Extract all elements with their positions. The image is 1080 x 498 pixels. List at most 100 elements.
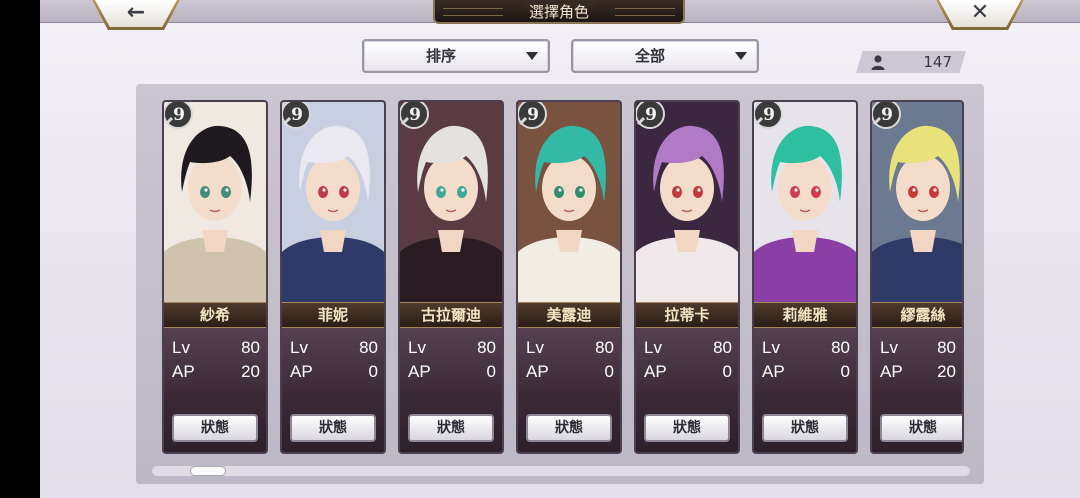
- rarity-badge-art: 9: [872, 102, 901, 129]
- character-portrait-art: [636, 102, 738, 308]
- rarity-badge-icon: 9: [518, 102, 548, 130]
- ap-stat-value: 0: [840, 362, 850, 381]
- ap-stat-value: 0: [486, 362, 496, 381]
- ap-stat-label: AP: [290, 362, 313, 381]
- character-name: 紗希: [164, 302, 266, 328]
- character-count: 147: [856, 51, 966, 73]
- level-stat-label: Lv: [172, 338, 190, 357]
- ap-stat-value: 0: [722, 362, 732, 381]
- back-button[interactable]: ←: [92, 0, 180, 30]
- level-stat-value: 80: [477, 338, 496, 357]
- svg-text:9: 9: [409, 105, 421, 125]
- rarity-badge-icon: 9: [400, 102, 430, 130]
- level-stat-label: Lv: [880, 338, 898, 357]
- character-name: 拉蒂卡: [636, 302, 738, 328]
- back-arrow-icon: ←: [126, 0, 146, 25]
- level-stat-value: 80: [359, 338, 378, 357]
- filter-dropdown[interactable]: 全部: [571, 39, 759, 73]
- character-card[interactable]: 紗希 Lv 80 AP 20 狀態 9: [162, 100, 268, 454]
- status-button[interactable]: 狀態: [408, 414, 494, 442]
- svg-text:9: 9: [645, 105, 657, 125]
- level-stat-value: 80: [241, 338, 260, 357]
- ap-stat-value: 0: [604, 362, 614, 381]
- character-portrait: [636, 102, 738, 308]
- chevron-down-icon: [526, 52, 538, 60]
- ap-stat-label: AP: [172, 362, 195, 381]
- character-portrait: [282, 102, 384, 308]
- rarity-badge-icon: 9: [636, 102, 666, 130]
- rarity-badge-art: 9: [282, 102, 311, 129]
- level-stat-label: Lv: [526, 338, 544, 357]
- level-stat-value: 80: [831, 338, 850, 357]
- page-title-text: 選擇角色: [522, 3, 595, 21]
- character-portrait: [518, 102, 620, 308]
- ap-stat-value: 20: [937, 362, 956, 381]
- character-portrait-art: [518, 102, 620, 308]
- character-portrait: [164, 102, 266, 308]
- ap-stat-label: AP: [408, 362, 431, 381]
- level-stat-label: Lv: [644, 338, 662, 357]
- rarity-badge-art: 9: [754, 102, 783, 129]
- ap-stat-label: AP: [526, 362, 549, 381]
- rarity-badge-icon: 9: [754, 102, 784, 130]
- character-name: 菲妮: [282, 302, 384, 328]
- chevron-down-icon: [735, 52, 747, 60]
- status-button[interactable]: 狀態: [880, 414, 962, 442]
- character-name: 繆露絲: [872, 302, 962, 328]
- close-button[interactable]: ✕: [936, 0, 1024, 30]
- character-card[interactable]: 繆露絲 Lv 80 AP 20 狀態 9: [870, 100, 964, 454]
- status-button[interactable]: 狀態: [526, 414, 612, 442]
- character-name: 古拉爾迪: [400, 302, 502, 328]
- person-icon: [871, 55, 885, 70]
- status-button[interactable]: 狀態: [172, 414, 258, 442]
- rarity-badge-art: 9: [164, 102, 193, 129]
- sort-dropdown-label: 排序: [425, 47, 456, 65]
- filter-dropdown-label: 全部: [634, 47, 665, 65]
- character-portrait: [754, 102, 856, 308]
- character-portrait: [872, 102, 962, 308]
- character-count-value: 147: [923, 53, 952, 71]
- character-portrait-art: [872, 102, 962, 308]
- rarity-badge-art: 9: [636, 102, 665, 129]
- svg-text:9: 9: [881, 105, 893, 125]
- svg-text:9: 9: [527, 105, 539, 125]
- ap-stat-label: AP: [762, 362, 785, 381]
- ap-stat-label: AP: [880, 362, 903, 381]
- rarity-badge-art: 9: [400, 102, 429, 129]
- title-ornament-left: [443, 8, 503, 16]
- character-portrait-art: [164, 102, 266, 308]
- ap-stat-value: 20: [241, 362, 260, 381]
- svg-text:9: 9: [291, 105, 303, 125]
- svg-text:9: 9: [763, 105, 775, 125]
- status-button[interactable]: 狀態: [644, 414, 730, 442]
- character-name: 莉維雅: [754, 302, 856, 328]
- status-button[interactable]: 狀態: [290, 414, 376, 442]
- level-stat-label: Lv: [408, 338, 426, 357]
- level-stat-label: Lv: [290, 338, 308, 357]
- level-stat-value: 80: [937, 338, 956, 357]
- character-portrait-art: [282, 102, 384, 308]
- character-card[interactable]: 莉維雅 Lv 80 AP 0 狀態 9: [752, 100, 858, 454]
- close-icon: ✕: [970, 0, 990, 25]
- level-stat-label: Lv: [762, 338, 780, 357]
- character-card[interactable]: 拉蒂卡 Lv 80 AP 0 狀態 9: [634, 100, 740, 454]
- character-name: 美露迪: [518, 302, 620, 328]
- character-portrait: [400, 102, 502, 308]
- level-stat-value: 80: [595, 338, 614, 357]
- scrollbar-thumb[interactable]: [190, 466, 226, 476]
- ap-stat-label: AP: [644, 362, 667, 381]
- scrollbar-track[interactable]: [152, 466, 970, 476]
- character-card[interactable]: 古拉爾迪 Lv 80 AP 0 狀態 9: [398, 100, 504, 454]
- sort-dropdown[interactable]: 排序: [362, 39, 550, 73]
- svg-text:9: 9: [173, 105, 185, 125]
- character-card[interactable]: 菲妮 Lv 80 AP 0 狀態 9: [280, 100, 386, 454]
- ap-stat-value: 0: [368, 362, 378, 381]
- character-select-screen: ← 選擇角色 ✕ 排序 全部 147 紗希 Lv 80 AP 20 狀態 9 菲妮 Lv 80 AP…: [40, 0, 1080, 498]
- character-card[interactable]: 美露迪 Lv 80 AP 0 狀態 9: [516, 100, 622, 454]
- title-ornament-right: [615, 8, 675, 16]
- rarity-badge-icon: 9: [164, 102, 194, 130]
- rarity-badge-icon: 9: [872, 102, 902, 130]
- character-portrait-art: [754, 102, 856, 308]
- status-button[interactable]: 狀態: [762, 414, 848, 442]
- page-title: 選擇角色: [433, 0, 685, 24]
